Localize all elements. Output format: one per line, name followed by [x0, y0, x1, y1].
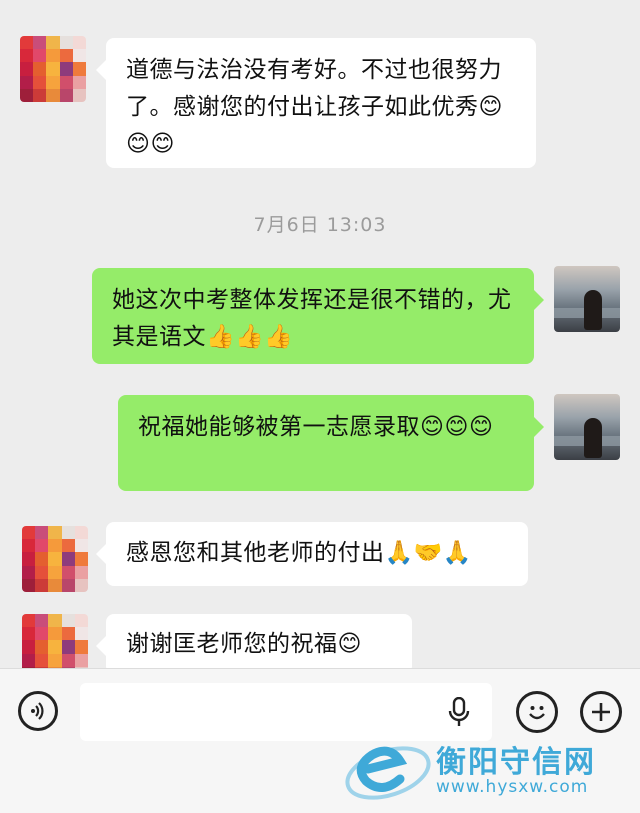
message-bubble[interactable]: 祝福她能够被第一志愿录取😊😊😊 [118, 395, 544, 491]
emoji-icon[interactable] [516, 691, 558, 733]
contact-avatar[interactable] [22, 526, 88, 592]
contact-avatar[interactable] [20, 36, 86, 102]
message-text: 祝福她能够被第一志愿录取😊😊😊 [138, 414, 494, 440]
watermark-title: 衡阳守信网 [436, 745, 596, 780]
message-bubble[interactable]: 她这次中考整体发挥还是很不错的，尤其是语文👍👍👍 [92, 268, 544, 364]
message-text: 道德与法治没有考好。不过也很努力了。感谢您的付出让孩子如此优秀😊😊😊 [126, 57, 503, 157]
e-logo-icon [345, 746, 431, 800]
message-text: 她这次中考整体发挥还是很不错的，尤其是语文👍👍👍 [112, 287, 512, 350]
watermark: 衡阳守信网 www.hysxw.com [338, 729, 624, 809]
watermark-url: www.hysxw.com [436, 777, 589, 797]
contact-avatar[interactable] [22, 614, 88, 668]
message-bubble[interactable]: 感恩您和其他老师的付出🙏🤝🙏 [96, 522, 528, 586]
message-text: 谢谢匡老师您的祝福😊 [126, 631, 362, 657]
voice-icon[interactable] [18, 691, 58, 731]
microphone-icon[interactable] [448, 697, 470, 727]
my-avatar[interactable] [554, 394, 620, 460]
message-bubble[interactable]: 谢谢匡老师您的祝福😊 [96, 614, 412, 668]
timestamp: 7月6日 13:03 [253, 214, 387, 236]
plus-icon[interactable] [580, 691, 622, 733]
message-bubble[interactable]: 道德与法治没有考好。不过也很努力了。感谢您的付出让孩子如此优秀😊😊😊 [96, 38, 536, 168]
my-avatar[interactable] [554, 266, 620, 332]
chat-area: 道德与法治没有考好。不过也很努力了。感谢您的付出让孩子如此优秀😊😊😊 7月6日 … [0, 0, 640, 668]
input-bar: 衡阳守信网 www.hysxw.com [0, 668, 640, 813]
message-text: 感恩您和其他老师的付出🙏🤝🙏 [126, 540, 472, 566]
